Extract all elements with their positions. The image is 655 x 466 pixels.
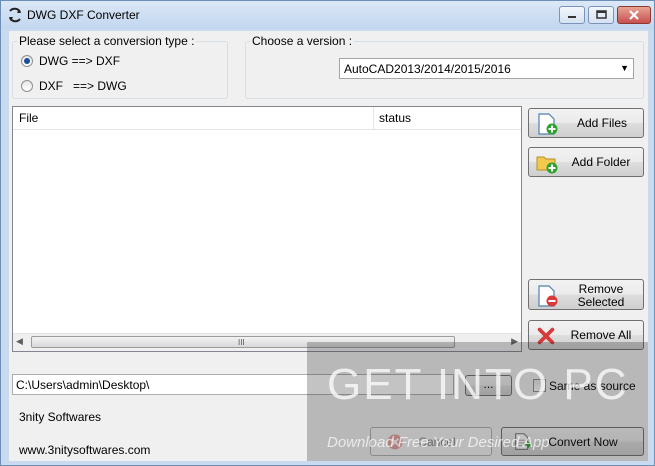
cancel-button[interactable]: Cancel [370,427,492,456]
remove-all-icon [537,327,555,345]
conversion-type-title: Please select a conversion type : [17,34,197,48]
remove-selected-label-line2: Selected [577,295,625,309]
website-link[interactable]: www.3nitysoftwares.com [19,443,150,457]
cancel-icon [387,434,403,450]
conversion-type-group: Please select a conversion type : DWG ==… [12,34,228,99]
convert-now-button[interactable]: Convert Now [501,427,644,456]
minimize-icon [568,16,576,18]
column-header-file[interactable]: File [19,111,38,125]
title-bar[interactable]: DWG DXF Converter [1,1,654,29]
add-files-label: Add Files [576,116,628,130]
app-window: DWG DXF Converter Please select a conver… [0,0,655,466]
remove-all-button[interactable]: Remove All [528,320,644,350]
output-path-field[interactable]: C:\Users\admin\Desktop\ [12,374,454,395]
scrollbar-thumb[interactable]: III [31,336,455,348]
company-name: 3nity Softwares [19,410,102,424]
column-divider[interactable] [373,107,374,129]
radio-dxf-to-dwg[interactable] [21,80,33,92]
scroll-right-icon[interactable]: ▶ [511,336,518,347]
browse-label: ... [483,377,494,391]
file-list-header: File status [13,107,521,130]
client-area: Please select a conversion type : DWG ==… [9,31,648,461]
close-button[interactable] [617,6,651,24]
add-folder-label: Add Folder [571,155,631,169]
convert-now-label: Convert Now [548,435,618,449]
maximize-icon [596,10,607,19]
add-folder-icon [536,156,558,174]
add-folder-button[interactable]: Add Folder [528,147,644,177]
output-path-value: C:\Users\admin\Desktop\ [16,378,150,392]
version-title: Choose a version : [250,34,355,48]
cancel-label: Cancel [418,435,456,449]
radio-dwg-to-dxf[interactable] [21,55,33,67]
radio-dwg-to-dxf-label[interactable]: DWG ==> DXF [39,54,120,68]
remove-selected-button[interactable]: Remove Selected [528,279,644,310]
same-as-source-checkbox[interactable] [533,379,546,392]
browse-button[interactable]: ... [465,375,512,396]
add-file-icon [538,113,558,135]
add-files-button[interactable]: Add Files [528,108,644,138]
same-as-source-label[interactable]: Same as source [549,379,636,393]
window-title: DWG DXF Converter [27,8,140,22]
close-icon [629,10,639,20]
radio-dxf-to-dwg-label[interactable]: DXF ==> DWG [39,79,127,93]
version-select-value: AutoCAD2013/2014/2015/2016 [344,62,511,76]
remove-all-label: Remove All [570,328,632,342]
app-icon [9,7,21,23]
remove-file-icon [538,285,558,307]
column-header-status[interactable]: status [379,111,411,125]
scrollbar-grip: III [238,338,245,347]
convert-icon [515,433,532,450]
maximize-button[interactable] [588,6,614,24]
minimize-button[interactable] [559,6,585,24]
file-list[interactable]: File status ◀ III ▶ [12,106,522,352]
radio-selected-dot [24,58,30,64]
horizontal-scrollbar[interactable]: ◀ III ▶ [13,333,521,351]
dropdown-arrow-icon: ▼ [620,63,629,73]
scroll-left-icon[interactable]: ◀ [16,336,23,347]
version-select[interactable]: AutoCAD2013/2014/2015/2016 ▼ [339,58,634,79]
